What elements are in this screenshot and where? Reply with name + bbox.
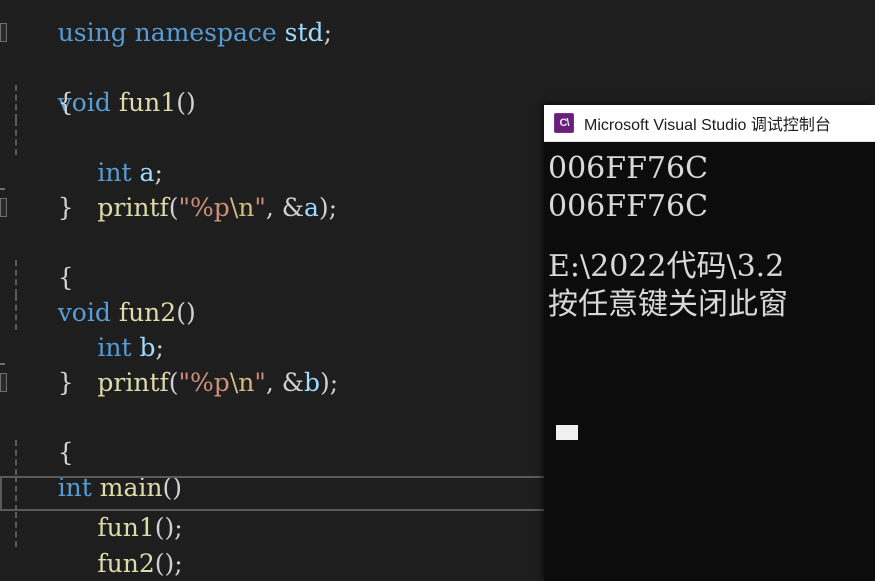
vs-console-icon: C\ — [554, 113, 574, 133]
indent-guide — [15, 260, 17, 295]
console-output-line: 006FF76C — [548, 151, 709, 186]
indent-guide — [15, 440, 17, 475]
fold-guide-tail-icon — [0, 188, 5, 190]
console-titlebar[interactable]: C\ Microsoft Visual Studio 调试控制台 — [544, 105, 875, 142]
console-output-prompt: 按任意键关闭此窗 — [548, 287, 788, 322]
code-line-using[interactable]: using namespace std; — [0, 0, 875, 47]
code-line-fun1-open-brace[interactable]: { — [0, 50, 875, 117]
indent-guide — [15, 85, 17, 120]
fold-toggle-icon[interactable] — [0, 198, 7, 217]
vs-console-icon-glyph: C\ — [559, 116, 570, 129]
screen-root: using namespace std; void fun1() { int a… — [0, 0, 875, 581]
fold-toggle-icon[interactable] — [0, 23, 7, 42]
indent-guide — [15, 476, 17, 511]
indent-guide — [15, 120, 17, 155]
debug-console-window[interactable]: C\ Microsoft Visual Studio 调试控制台 006FF76… — [544, 105, 875, 581]
console-output-line: 006FF76C — [548, 189, 709, 224]
console-title: Microsoft Visual Studio 调试控制台 — [584, 117, 831, 134]
code-line-fun1-signature[interactable]: void fun1() — [0, 15, 875, 117]
indent-guide — [15, 295, 17, 330]
console-cursor — [556, 425, 578, 440]
console-output-area[interactable]: 006FF76C 006FF76C E:\2022代码\3.2 按任意键关闭此窗 — [544, 142, 875, 581]
fold-guide-tail-icon — [0, 363, 5, 365]
fold-toggle-icon[interactable] — [0, 373, 7, 392]
console-output-path: E:\2022代码\3.2 — [548, 249, 785, 284]
indent-guide — [15, 512, 17, 547]
